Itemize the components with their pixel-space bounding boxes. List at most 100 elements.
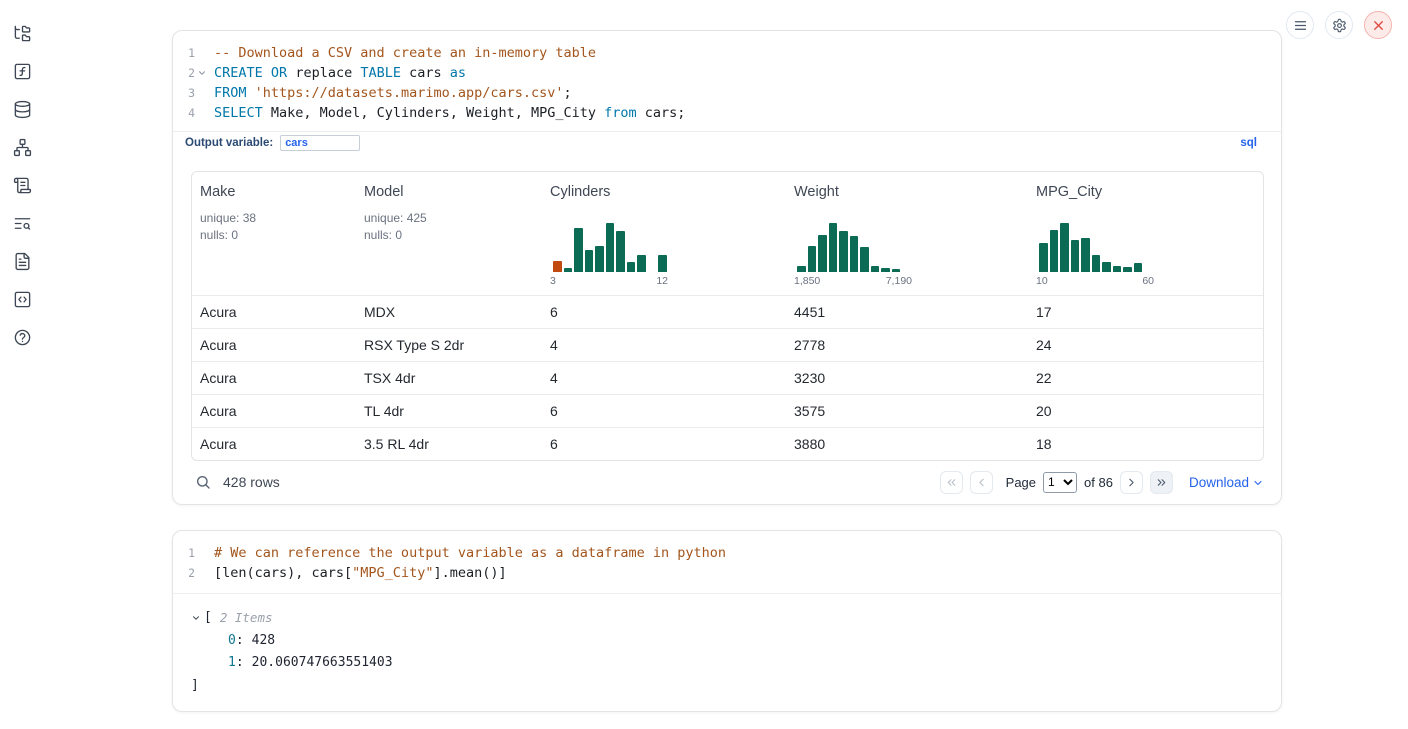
pagination: Page 1 of 86 [940, 471, 1173, 494]
histogram-bars [553, 220, 782, 272]
line-number: 4 [173, 106, 195, 120]
download-button[interactable]: Download [1189, 475, 1264, 490]
table-cell: Acura [192, 304, 356, 320]
code-text: CREATE OR replace TABLE cars as [214, 65, 466, 81]
settings-button[interactable] [1325, 11, 1353, 39]
histogram-cylinders[interactable]: 312 [550, 220, 782, 287]
table-cell: 2778 [786, 337, 1028, 353]
table-cell: 4 [542, 370, 786, 386]
table-row[interactable]: AcuraMDX6445117 [192, 295, 1263, 328]
tree-entry-key: 1 [228, 655, 236, 670]
code-line[interactable]: 1 -- Download a CSV and create an in-memo… [173, 43, 1281, 63]
tree-close-line: ] [191, 675, 1263, 698]
column-header-mpg_city[interactable]: MPG_City1060 [1028, 172, 1263, 295]
last-page-button[interactable] [1150, 471, 1173, 494]
tree-entry-colon: : [236, 633, 244, 648]
close-bracket: ] [191, 675, 199, 698]
table-row[interactable]: AcuraRSX Type S 2dr4277824 [192, 328, 1263, 361]
snippets-icon[interactable] [12, 289, 32, 309]
histogram-bars [797, 220, 1024, 272]
table-row[interactable]: AcuraTL 4dr6357520 [192, 394, 1263, 427]
next-page-button[interactable] [1120, 471, 1143, 494]
column-header-cylinders[interactable]: Cylinders 312 [542, 172, 786, 295]
page-select[interactable]: 1 [1043, 472, 1077, 493]
column-name: Make [200, 184, 352, 200]
histogram-axis-labels: 312 [550, 275, 668, 287]
table-cell: Acura [192, 370, 356, 386]
histogram-axis-labels: 1,8507,190 [794, 275, 912, 287]
first-page-button[interactable] [940, 471, 963, 494]
topbar-actions [1286, 11, 1392, 39]
function-square-icon[interactable] [12, 61, 32, 81]
column-header-make[interactable]: Make unique: 38nulls: 0 [192, 172, 356, 295]
code-line[interactable]: 2[len(cars), cars["MPG_City"].mean()] [173, 563, 1281, 583]
fold-chevron-icon[interactable] [195, 68, 208, 78]
page-label: Page [1006, 475, 1036, 490]
column-header-model[interactable]: Modelunique: 425nulls: 0 [356, 172, 542, 295]
scratchpad-scroll-icon[interactable] [12, 175, 32, 195]
output-variable-row: Output variable: sql [173, 131, 1281, 154]
documentation-icon[interactable] [12, 251, 32, 271]
histogram-weight[interactable]: 1,8507,190 [794, 220, 1024, 287]
download-label: Download [1189, 475, 1249, 490]
table-row[interactable]: AcuraTSX 4dr4323022 [192, 361, 1263, 394]
table-cell: TSX 4dr [356, 370, 542, 386]
python-code-editor[interactable]: 1 # We can reference the output variable … [173, 531, 1281, 594]
table-body: AcuraMDX6445117AcuraRSX Type S 2dr427782… [192, 295, 1263, 460]
code-line[interactable]: 2CREATE OR replace TABLE cars as [173, 63, 1281, 83]
output-variable-input[interactable] [280, 135, 360, 151]
histogram-mpg_city[interactable]: 1060 [1036, 220, 1259, 287]
tree-entry-colon: : [236, 655, 244, 670]
logs-search-icon[interactable] [12, 213, 32, 233]
help-icon[interactable] [12, 327, 32, 347]
table-cell: 3.5 RL 4dr [356, 436, 542, 452]
sql-code-editor[interactable]: 1 -- Download a CSV and create an in-memo… [173, 31, 1281, 131]
search-icon[interactable] [195, 474, 211, 490]
column-stats: unique: 38nulls: 0 [200, 210, 352, 243]
dependency-graph-icon[interactable] [12, 137, 32, 157]
datasources-icon[interactable] [12, 99, 32, 119]
prev-page-button[interactable] [970, 471, 993, 494]
code-text: # We can reference the output variable a… [214, 545, 726, 561]
histogram-axis-labels: 1060 [1036, 275, 1154, 287]
code-text: [len(cars), cars["MPG_City"].mean()] [214, 565, 507, 581]
file-tree-icon[interactable] [12, 23, 32, 43]
items-count-label: 2 Items [220, 607, 273, 630]
code-text: -- Download a CSV and create an in-memor… [214, 45, 596, 61]
table-cell: 4451 [786, 304, 1028, 320]
code-line[interactable]: 3FROM 'https://datasets.marimo.app/cars.… [173, 83, 1281, 103]
histogram-bars [1039, 220, 1259, 272]
column-header-weight[interactable]: Weight1,8507,190 [786, 172, 1028, 295]
tree-root-line: [ 2 Items [191, 607, 1263, 630]
table-row[interactable]: Acura3.5 RL 4dr6388018 [192, 427, 1263, 460]
code-line[interactable]: 1 # We can reference the output variable … [173, 543, 1281, 563]
data-table: Make unique: 38nulls: 0Modelunique: 425nu… [191, 171, 1264, 461]
column-stats: unique: 425nulls: 0 [364, 210, 538, 243]
line-number: 1 [173, 46, 195, 60]
page-total: of 86 [1084, 475, 1113, 490]
table-cell: 4 [542, 337, 786, 353]
left-sidebar [0, 0, 44, 347]
table-cell: TL 4dr [356, 403, 542, 419]
chevron-down-icon [1252, 477, 1264, 489]
menu-button[interactable] [1286, 11, 1314, 39]
language-badge[interactable]: sql [1240, 137, 1257, 149]
tree-entry-value: 20.060747663551403 [252, 655, 393, 670]
table-cell: Acura [192, 337, 356, 353]
line-number: 1 [173, 546, 195, 560]
table-cell: 22 [1028, 370, 1263, 386]
row-count: 428 rows [223, 474, 280, 490]
output-variable-label: Output variable: [185, 137, 273, 149]
table-header: Make unique: 38nulls: 0Modelunique: 425nu… [192, 172, 1263, 295]
table-cell: 24 [1028, 337, 1263, 353]
line-number: 3 [173, 86, 195, 100]
notebook-cell-sql: 1 -- Download a CSV and create an in-memo… [172, 30, 1282, 505]
close-button[interactable] [1364, 11, 1392, 39]
collapse-chevron-icon[interactable] [191, 613, 201, 623]
table-footer: 428 rows Page 1 of 86 Download [173, 461, 1281, 503]
tree-entry-key: 0 [228, 633, 236, 648]
column-name: Cylinders [550, 184, 782, 200]
code-line[interactable]: 4SELECT Make, Model, Cylinders, Weight, … [173, 103, 1281, 123]
output-tree: [ 2 Items 0:4281:20.060747663551403 ] [173, 594, 1281, 697]
table-cell: 6 [542, 436, 786, 452]
